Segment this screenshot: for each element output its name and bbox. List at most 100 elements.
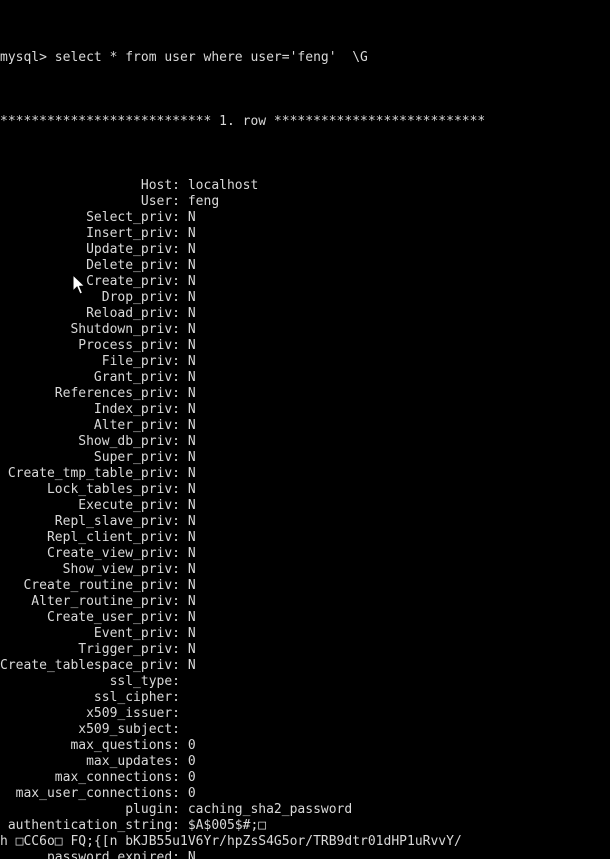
terminal-screen: mysql> select * from user where user='fe…	[0, 2, 610, 859]
row-separator-line: *************************** 1. row *****…	[0, 114, 486, 129]
field-label: Trigger_priv:	[0, 642, 181, 657]
field-value: N	[180, 850, 196, 859]
prompt-line: mysql> select * from user where user='fe…	[0, 50, 368, 65]
field-value: N	[180, 450, 196, 465]
field-label: Index_priv:	[0, 402, 181, 417]
field-row: Event_priv: N	[0, 626, 610, 642]
field-label: Repl_slave_priv:	[0, 514, 181, 529]
field-label: ssl_cipher:	[0, 690, 181, 705]
field-row: max_user_connections: 0	[0, 786, 610, 802]
field-row: Delete_priv: N	[0, 258, 610, 274]
field-value: N	[180, 258, 196, 273]
field-label: x509_subject:	[0, 722, 181, 737]
field-label: User:	[0, 194, 181, 209]
field-label: Delete_priv:	[0, 258, 181, 273]
field-label: Reload_priv:	[0, 306, 181, 321]
field-row: authentication_string: $A$005$#;□	[0, 818, 610, 834]
field-label: max_user_connections:	[0, 786, 181, 801]
field-label: Drop_priv:	[0, 290, 181, 305]
field-value: N	[180, 498, 196, 513]
field-label: Alter_priv:	[0, 418, 181, 433]
field-label: Alter_routine_priv:	[0, 594, 181, 609]
field-label: Create_tablespace_priv:	[0, 658, 181, 673]
field-row: Select_priv: N	[0, 210, 610, 226]
field-value: N	[180, 482, 196, 497]
field-value: localhost	[180, 178, 259, 193]
field-label: max_updates:	[0, 754, 181, 769]
field-row: Reload_priv: N	[0, 306, 610, 322]
field-row: Drop_priv: N	[0, 290, 610, 306]
field-row: plugin: caching_sha2_password	[0, 802, 610, 818]
field-value: N	[180, 322, 196, 337]
field-value: N	[180, 386, 196, 401]
field-row: Create_routine_priv: N	[0, 578, 610, 594]
field-label: ssl_type:	[0, 674, 181, 689]
field-label: Insert_priv:	[0, 226, 181, 241]
field-row: Alter_routine_priv: N	[0, 594, 610, 610]
field-row: Super_priv: N	[0, 450, 610, 466]
field-row: Create_priv: N	[0, 274, 610, 290]
field-value: N	[180, 642, 196, 657]
field-row: Create_user_priv: N	[0, 610, 610, 626]
field-value: N	[180, 562, 196, 577]
field-label: Event_priv:	[0, 626, 181, 641]
field-label: Show_db_priv:	[0, 434, 181, 449]
field-value: N	[180, 290, 196, 305]
field-label: File_priv:	[0, 354, 181, 369]
field-row: Host: localhost	[0, 178, 610, 194]
field-label: Host:	[0, 178, 181, 193]
field-row: Show_db_priv: N	[0, 434, 610, 450]
field-label: x509_issuer:	[0, 706, 181, 721]
field-label: Grant_priv:	[0, 370, 181, 385]
field-value: 0	[180, 754, 196, 769]
field-row: Repl_client_priv: N	[0, 530, 610, 546]
field-row: max_updates: 0	[0, 754, 610, 770]
field-value: 0	[180, 738, 196, 753]
field-value: N	[180, 354, 196, 369]
field-value: N	[180, 418, 196, 433]
field-row: password_expired: N	[0, 850, 610, 859]
field-label: plugin:	[0, 802, 181, 817]
field-label: Execute_priv:	[0, 498, 181, 513]
field-value: N	[180, 402, 196, 417]
field-value: N	[180, 626, 196, 641]
field-value: N	[180, 306, 196, 321]
field-label: Repl_client_priv:	[0, 530, 181, 545]
field-value: N	[180, 594, 196, 609]
field-value: N	[180, 242, 196, 257]
field-value: N	[180, 610, 196, 625]
field-label: Create_priv:	[0, 274, 181, 289]
field-value: feng	[180, 194, 220, 209]
field-label: Process_priv:	[0, 338, 181, 353]
field-label: max_connections:	[0, 770, 181, 785]
field-row: max_questions: 0	[0, 738, 610, 754]
field-row: Repl_slave_priv: N	[0, 514, 610, 530]
field-value: 0	[180, 770, 196, 785]
field-label: Update_priv:	[0, 242, 181, 257]
field-value: N	[180, 338, 196, 353]
field-value: 0	[180, 786, 196, 801]
field-row: ssl_cipher:	[0, 690, 610, 706]
field-row: File_priv: N	[0, 354, 610, 370]
field-row: ssl_type:	[0, 674, 610, 690]
field-row: max_connections: 0	[0, 770, 610, 786]
authentication-string-wrap: h □CC6o□ FQ;{[n bKJB55u1V6Yr/hpZsS4G5or/…	[0, 834, 462, 849]
field-row: Lock_tables_priv: N	[0, 482, 610, 498]
field-label: Super_priv:	[0, 450, 181, 465]
field-label: Create_view_priv:	[0, 546, 181, 561]
field-label: Shutdown_priv:	[0, 322, 181, 337]
field-value: N	[180, 578, 196, 593]
terminal-window[interactable]: mysql> select * from user where user='fe…	[0, 0, 610, 859]
field-list: Host: localhost User: feng Select_priv: …	[0, 178, 610, 859]
field-label: Show_view_priv:	[0, 562, 181, 577]
field-value: N	[180, 434, 196, 449]
field-value: N	[180, 514, 196, 529]
field-row: x509_subject:	[0, 722, 610, 738]
field-value: N	[180, 210, 196, 225]
field-row: Execute_priv: N	[0, 498, 610, 514]
field-label: password_expired:	[0, 850, 181, 859]
field-row: Show_view_priv: N	[0, 562, 610, 578]
field-label: authentication_string:	[0, 818, 181, 833]
field-row: References_priv: N	[0, 386, 610, 402]
field-row: Create_tablespace_priv: N	[0, 658, 610, 674]
